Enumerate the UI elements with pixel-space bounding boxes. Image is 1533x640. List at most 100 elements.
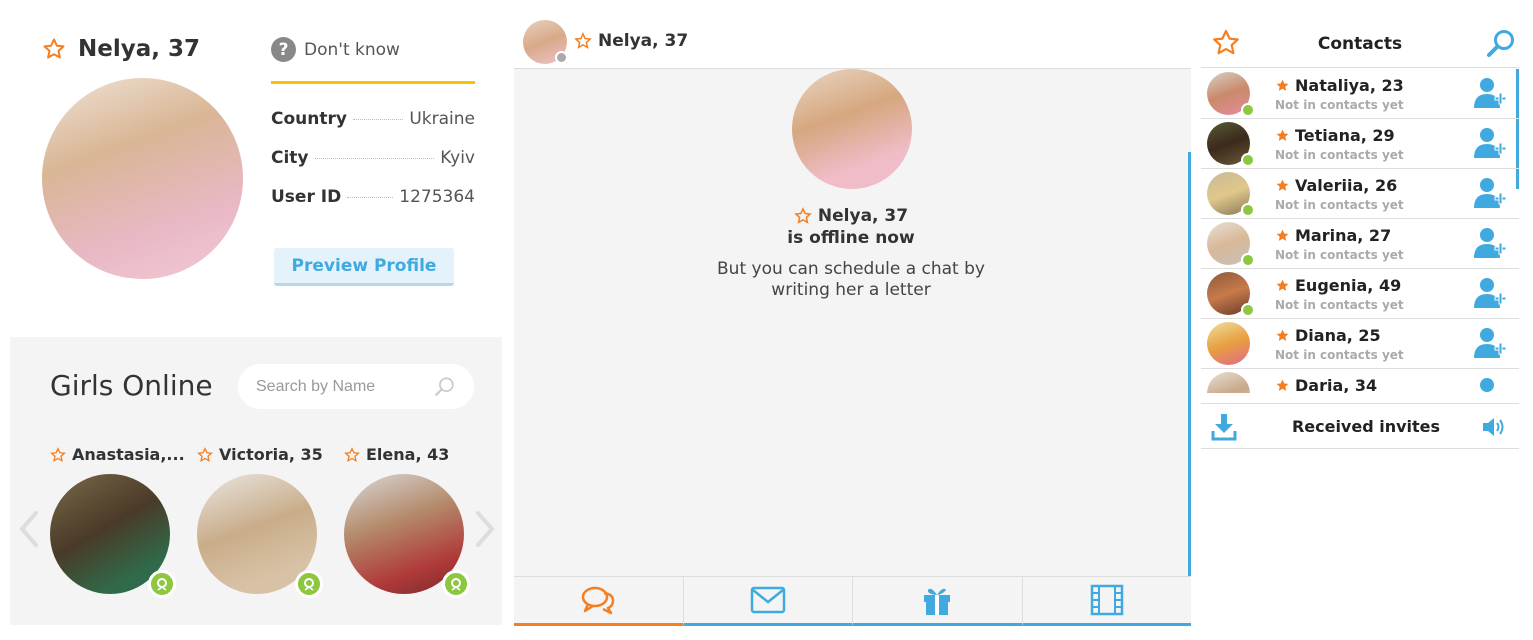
girl-avatar[interactable] [50,474,176,598]
received-invites-bar: Received invites [1201,403,1519,449]
chat-header-name: Nelya, 37 [598,31,689,51]
field-label: Country [271,109,347,129]
contact-name-row: Diana, 25 [1275,326,1381,345]
girl-name: Victoria, 35 [219,445,323,464]
search-icon[interactable] [1485,28,1517,60]
girl-name: Elena, 43 [366,445,450,464]
sound-icon[interactable] [1481,415,1507,439]
add-contact-icon[interactable] [1473,327,1507,359]
contact-row[interactable]: Diana, 25 Not in contacts yet [1201,319,1519,369]
chat-title: Nelya, 37 [574,31,688,51]
add-contact-icon[interactable] [1473,177,1507,209]
contact-row[interactable]: Tetiana, 29 Not in contacts yet [1201,119,1519,169]
contact-name: Eugenia, 49 [1295,276,1402,295]
favorite-star-icon[interactable] [197,446,213,463]
contacts-header: Contacts [1201,18,1519,68]
girl-card[interactable]: Victoria, 35 [197,445,337,598]
field-value: 1275364 [399,187,475,207]
tab-gift[interactable] [853,577,1023,626]
offline-message-line: writing her a letter [771,280,931,300]
chat-tabs [514,576,1191,626]
favorite-star-icon[interactable] [1275,78,1290,93]
letter-icon [750,586,785,614]
girl-name-row: Victoria, 35 [197,445,337,464]
add-contact-icon[interactable] [1473,377,1507,393]
contact-status: Not in contacts yet [1275,98,1404,112]
girls-online-panel: Girls Online Search by Name Anastasia,..… [10,337,502,625]
contacts-panel: Contacts Nataliya, 23 Not in contacts yet… [1201,18,1519,626]
favorite-star-icon[interactable] [1275,128,1290,143]
online-status-icon [1241,153,1255,167]
favorite-star-icon[interactable] [1275,178,1290,193]
chat-avatar[interactable] [523,20,568,64]
chat-icon [582,586,615,615]
favorite-star-icon[interactable] [50,446,66,463]
contact-name: Diana, 25 [1295,326,1381,345]
contact-row[interactable]: Daria, 34 [1201,369,1519,393]
offline-message: But you can schedule a chat by writing h… [514,259,1188,301]
field-value: Kyiv [440,148,475,168]
webcam-icon [148,570,176,598]
question-icon: ? [271,37,296,62]
tab-video[interactable] [1022,577,1191,626]
contact-name: Tetiana, 29 [1295,126,1395,145]
favorite-star-icon[interactable] [42,37,66,61]
girl-avatar[interactable] [197,474,323,598]
profile-field-country: Country Ukraine [271,109,475,129]
contact-avatar[interactable] [1207,322,1250,365]
search-input[interactable]: Search by Name [238,364,474,409]
add-contact-icon[interactable] [1473,77,1507,109]
profile-name: Nelya, 37 [78,36,200,62]
contact-name-row: Nataliya, 23 [1275,76,1404,95]
contact-name: Daria, 34 [1295,376,1378,393]
girl-card[interactable]: Anastasia,... [50,445,190,598]
field-label: User ID [271,187,342,207]
favorite-star-icon[interactable] [1275,278,1290,293]
preview-profile-button[interactable]: Preview Profile [274,248,454,286]
chat-panel: Nelya, 37 Nelya, 37 is offline now But y… [514,12,1191,626]
chat-header: Nelya, 37 [514,12,1191,69]
offline-name-row: Nelya, 37 [514,206,1188,226]
contacts-title: Contacts [1317,34,1403,54]
offline-name: Nelya, 37 [817,206,909,226]
favorite-star-icon[interactable] [1275,378,1290,393]
girl-name-row: Elena, 43 [344,445,484,464]
profile-field-user-id: User ID 1275364 [271,187,475,207]
girl-card[interactable]: Elena, 43 [344,445,484,598]
field-dots [352,119,404,120]
contact-name: Nataliya, 23 [1295,76,1404,95]
contact-status: Not in contacts yet [1275,248,1404,262]
favorite-star-icon[interactable] [574,32,592,50]
favorite-star-icon[interactable] [1275,328,1290,343]
chat-scrollbar[interactable] [1188,152,1191,576]
tab-chat[interactable] [514,577,684,626]
contact-name-row: Tetiana, 29 [1275,126,1395,145]
contact-row[interactable]: Valeriia, 26 Not in contacts yet [1201,169,1519,219]
favorite-star-icon[interactable] [1275,228,1290,243]
contact-name-row: Daria, 34 [1275,376,1377,393]
favorite-star-icon[interactable] [794,207,812,225]
add-contact-icon[interactable] [1473,277,1507,309]
add-contact-icon[interactable] [1473,227,1507,259]
contact-avatar[interactable] [1207,372,1250,393]
add-contact-icon[interactable] [1473,127,1507,159]
contact-row[interactable]: Nataliya, 23 Not in contacts yet [1201,69,1519,119]
contact-status: Not in contacts yet [1275,148,1404,162]
profile-status: ? Don't know [271,37,400,62]
contact-row[interactable]: Marina, 27 Not in contacts yet [1201,219,1519,269]
online-status-icon [1241,303,1255,317]
girl-avatar[interactable] [344,474,470,598]
field-dots [347,197,394,198]
prev-arrow-icon[interactable] [16,509,42,549]
contact-name-row: Valeriia, 26 [1275,176,1397,195]
favorite-star-icon[interactable] [344,446,360,463]
profile-avatar[interactable] [42,78,243,279]
tab-letter[interactable] [683,577,853,626]
profile-card: Nelya, 37 ? Don't know Country Ukraine C… [10,12,502,325]
profile-status-text: Don't know [304,39,400,60]
contact-name: Marina, 27 [1295,226,1392,245]
field-label: City [271,148,309,168]
profile-field-city: City Kyiv [271,148,475,168]
search-icon[interactable] [434,376,456,398]
contact-row[interactable]: Eugenia, 49 Not in contacts yet [1201,269,1519,319]
